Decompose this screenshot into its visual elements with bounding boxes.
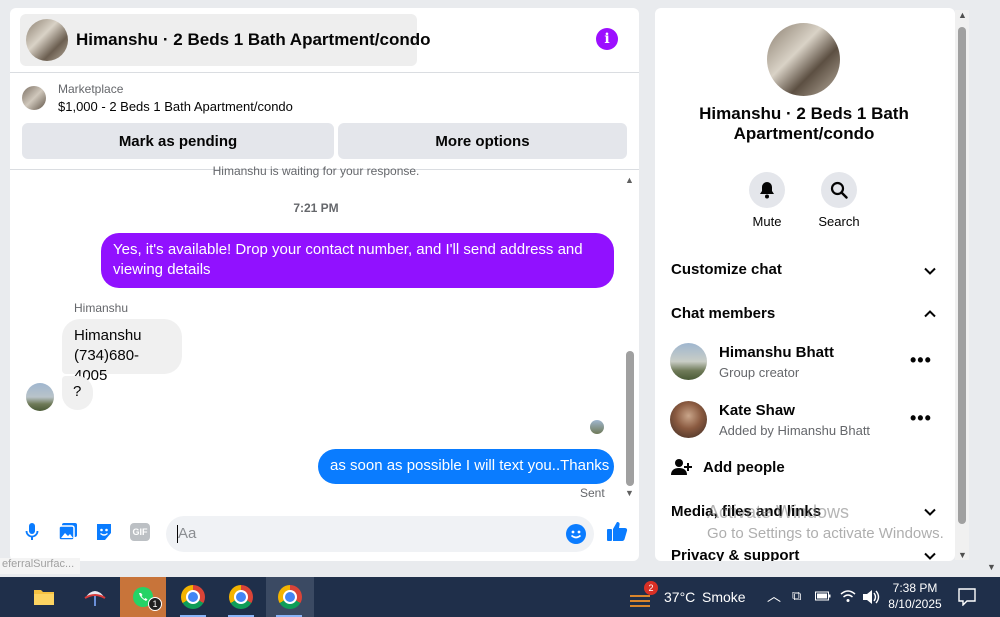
more-icon[interactable]: ••• — [910, 350, 932, 371]
chat-members-row[interactable]: Chat members — [671, 305, 775, 322]
marketplace-listing[interactable]: Marketplace $1,000 - 2 Beds 1 Bath Apart… — [22, 82, 293, 114]
sent-status: Sent — [580, 486, 605, 500]
member-avatar[interactable] — [670, 343, 707, 380]
info-icon[interactable]: i — [596, 28, 618, 50]
seen-avatar — [590, 420, 604, 434]
chevron-up-icon[interactable] — [923, 307, 937, 321]
more-options-button[interactable]: More options — [338, 123, 627, 159]
scroll-up-icon[interactable]: ▲ — [958, 10, 967, 20]
search-icon — [830, 181, 848, 199]
composer: GIF Aa — [10, 513, 639, 553]
whatsapp-badge: 1 — [148, 597, 162, 611]
activate-windows-title: Activate Windows — [707, 502, 850, 522]
chevron-up-icon[interactable]: ︿ — [767, 586, 781, 606]
clock-time: 7:38 PM — [892, 581, 938, 595]
gif-label: GIF — [130, 523, 150, 541]
more-icon[interactable]: ••• — [910, 408, 932, 429]
side-scrollbar[interactable]: ▲ ▼ — [955, 10, 969, 560]
emoji-icon[interactable] — [566, 524, 586, 544]
marketplace-label: Marketplace — [58, 82, 124, 96]
add-people-button[interactable]: Add people — [703, 459, 785, 476]
chrome-profile-icon[interactable] — [218, 577, 264, 617]
activate-windows-subtitle: Go to Settings to activate Windows. — [707, 525, 944, 542]
chat-panel: Himanshu · 2 Beds 1 Bath Apartment/condo… — [10, 8, 639, 561]
chat-scrollbar[interactable]: ▲ ▼ — [623, 173, 635, 498]
search-label: Search — [818, 214, 860, 229]
add-person-icon[interactable] — [671, 458, 693, 476]
header-divider — [10, 72, 639, 73]
taskbar: 1 2 37°C Smoke ︿ ⧉ 7:38 PM 8/10/2025 — [0, 577, 1000, 617]
chevron-down-icon[interactable] — [923, 505, 937, 519]
clock-date: 8/10/2025 — [888, 597, 942, 611]
referral-tab[interactable]: eferralSurfac... — [0, 558, 80, 574]
temperature[interactable]: 37°C — [664, 589, 695, 605]
file-explorer-icon[interactable] — [21, 577, 67, 617]
privacy-support-row[interactable]: Privacy & support — [671, 547, 799, 561]
search-button[interactable] — [821, 172, 857, 208]
sender-avatar[interactable] — [26, 383, 54, 411]
scroll-down-icon[interactable]: ▼ — [625, 488, 634, 498]
waiting-text: Himanshu is waiting for your response. — [212, 164, 420, 178]
whatsapp-icon[interactable]: 1 — [120, 577, 166, 617]
group-avatar[interactable] — [767, 23, 840, 96]
message-text: Himanshu (734)680-4005 — [74, 327, 142, 384]
chrome-logo — [278, 585, 302, 609]
bell-icon — [760, 182, 774, 199]
notifications-icon[interactable] — [958, 588, 976, 606]
member-avatar[interactable] — [670, 401, 707, 438]
volume-icon[interactable] — [862, 589, 880, 605]
sticker-icon[interactable] — [93, 521, 115, 543]
scroll-down-icon[interactable]: ▼ — [958, 550, 967, 560]
message-bubble-incoming[interactable]: ? — [62, 376, 93, 410]
group-title: Himanshu · 2 Beds 1 Bath Apartment/condo — [699, 104, 909, 143]
app-icon[interactable] — [72, 577, 118, 617]
weather-condition[interactable]: Smoke — [702, 589, 746, 605]
weather-icon[interactable]: 2 — [620, 577, 660, 617]
listing-thumbnail — [22, 86, 46, 110]
start-edge[interactable] — [0, 577, 14, 617]
member-name[interactable]: Himanshu Bhatt — [719, 344, 834, 361]
scroll-up-icon[interactable]: ▲ — [625, 175, 634, 185]
gif-icon[interactable]: GIF — [129, 521, 151, 543]
listing-price: $1,000 - 2 Beds 1 Bath Apartment/condo — [58, 99, 293, 114]
chrome-profile-icon[interactable] — [266, 577, 314, 617]
thumbs-up-icon[interactable] — [605, 519, 629, 543]
mark-as-pending-button[interactable]: Mark as pending — [22, 123, 334, 159]
photo-icon[interactable] — [57, 521, 79, 543]
customize-chat-row[interactable]: Customize chat — [671, 261, 782, 278]
microphone-icon[interactable] — [21, 521, 43, 543]
message-bubble-incoming[interactable]: Himanshu (734)680-4005 — [62, 319, 182, 384]
battery-icon[interactable] — [815, 590, 831, 602]
scroll-thumb[interactable] — [626, 351, 634, 486]
meet-icon[interactable]: ⧉ — [792, 588, 801, 604]
listing-avatar[interactable] — [26, 19, 68, 61]
mute-button[interactable] — [749, 172, 785, 208]
chat-info-panel: Himanshu · 2 Beds 1 Bath Apartment/condo… — [655, 8, 955, 561]
clock[interactable]: 7:38 PM 8/10/2025 — [888, 580, 942, 612]
mute-label: Mute — [752, 214, 782, 229]
sender-name: Himanshu — [74, 301, 129, 315]
message-input[interactable]: Aa — [166, 516, 594, 552]
wifi-icon[interactable] — [840, 589, 856, 603]
member-role: Added by Himanshu Bhatt — [719, 423, 871, 438]
member-role: Group creator — [719, 365, 800, 380]
chat-title[interactable]: Himanshu · 2 Beds 1 Bath Apartment/condo — [76, 30, 431, 50]
window-scroll-down-icon[interactable]: ▼ — [987, 562, 996, 572]
message-bubble-outgoing[interactable]: Yes, it's available! Drop your contact n… — [101, 233, 614, 288]
chat-header[interactable]: Himanshu · 2 Beds 1 Bath Apartment/condo — [20, 14, 431, 66]
member-name[interactable]: Kate Shaw — [719, 402, 795, 419]
chrome-icon[interactable] — [170, 577, 216, 617]
chevron-down-icon[interactable] — [923, 549, 937, 561]
weather-badge: 2 — [644, 581, 658, 595]
message-timestamp: 7:21 PM — [293, 201, 339, 215]
chevron-down-icon[interactable] — [923, 264, 937, 278]
chrome-logo — [229, 585, 253, 609]
message-bubble-outgoing[interactable]: as soon as possible I will text you..Tha… — [318, 449, 614, 484]
scroll-thumb[interactable] — [958, 27, 966, 524]
chrome-logo — [181, 585, 205, 609]
message-placeholder: Aa — [178, 525, 197, 542]
